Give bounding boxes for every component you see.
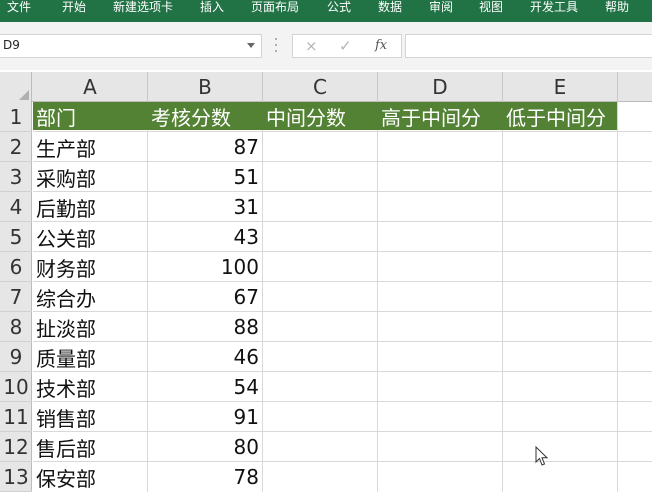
row-header-9[interactable]: 9 [0,342,32,372]
tab-file[interactable]: 文件 [7,0,31,22]
row-header-13[interactable]: 13 [0,462,32,492]
cell-score[interactable]: 31 [148,192,259,222]
row-header-5[interactable]: 5 [0,222,32,252]
cell-department[interactable]: 综合办 [36,282,96,312]
column-header-d[interactable]: D [378,72,503,102]
formula-buttons: × ✓ fx [292,34,402,58]
cell-score[interactable]: 78 [148,462,259,492]
select-all-button[interactable] [0,72,32,102]
cell-department[interactable]: 售后部 [36,432,96,462]
grid-line [33,221,652,222]
formula-bar-area: D9 × ✓ fx [0,22,652,70]
grid-line [33,431,652,432]
formula-bar-resize-handle[interactable] [275,38,278,52]
cell-department[interactable]: 生产部 [36,132,96,162]
mouse-pointer-icon [535,446,549,466]
cell-score[interactable]: 46 [148,342,259,372]
grid-line [33,191,652,192]
column-header-b[interactable]: B [148,72,263,102]
select-all-triangle-icon [19,90,29,100]
grid-line [33,251,652,252]
row-header-column: 1 2 3 4 5 6 7 8 9 10 11 12 13 [0,102,32,492]
cell-department[interactable]: 采购部 [36,162,96,192]
tab-review[interactable]: 审阅 [429,0,453,22]
header-cell-e1[interactable]: 低于中间分 [503,102,606,130]
grid-line [33,311,652,312]
cell-score[interactable]: 80 [148,432,259,462]
grid-line [33,131,652,132]
name-box[interactable]: D9 [0,34,262,58]
insert-function-icon[interactable]: fx [375,38,387,53]
cell-score[interactable]: 51 [148,162,259,192]
formula-input[interactable] [405,34,652,58]
cell-score[interactable]: 54 [148,372,259,402]
column-header-row: A B C D E [0,72,652,102]
tab-developer[interactable]: 开发工具 [530,0,578,22]
cell-department[interactable]: 财务部 [36,252,96,282]
check-icon[interactable]: ✓ [339,37,352,55]
cell-grid[interactable]: 部门 考核分数 中间分数 高于中间分 低于中间分 生产部 采购部 后勤部 公关部… [33,102,652,492]
tab-help[interactable]: 帮助 [605,0,629,22]
cell-score[interactable]: 88 [148,312,259,342]
cell-department[interactable]: 公关部 [36,222,96,252]
header-cell-b1[interactable]: 考核分数 [148,102,231,130]
tab-home[interactable]: 开始 [62,0,86,22]
row-header-12[interactable]: 12 [0,432,32,462]
name-box-value: D9 [3,38,20,52]
grid-line [33,341,652,342]
cell-department[interactable]: 后勤部 [36,192,96,222]
cell-department[interactable]: 质量部 [36,342,96,372]
cancel-icon[interactable]: × [305,37,318,55]
cell-department[interactable]: 扯淡部 [36,312,96,342]
grid-line [33,461,652,462]
row-header-8[interactable]: 8 [0,312,32,342]
cell-score[interactable]: 87 [148,132,259,162]
header-cell-c1[interactable]: 中间分数 [263,102,346,130]
cell-score[interactable]: 43 [148,222,259,252]
grid-line [33,281,652,282]
row-header-10[interactable]: 10 [0,372,32,402]
column-header-c[interactable]: C [263,72,378,102]
tab-insert[interactable]: 插入 [200,0,224,22]
cell-score[interactable]: 91 [148,402,259,432]
row-header-3[interactable]: 3 [0,162,32,192]
cell-department[interactable]: 保安部 [36,462,96,492]
row-header-1[interactable]: 1 [0,102,32,132]
cell-department[interactable]: 销售部 [36,402,96,432]
column-header-e[interactable]: E [503,72,618,102]
row-header-7[interactable]: 7 [0,282,32,312]
row-header-2[interactable]: 2 [0,132,32,162]
column-header-a[interactable]: A [33,72,148,102]
tab-new-tab[interactable]: 新建选项卡 [113,0,173,22]
tab-formulas[interactable]: 公式 [327,0,351,22]
tab-page-layout[interactable]: 页面布局 [251,0,299,22]
table-header-band: 部门 考核分数 中间分数 高于中间分 低于中间分 [33,102,617,130]
cell-score[interactable]: 100 [148,252,259,282]
ribbon-tab-bar: 文件 开始 新建选项卡 插入 页面布局 公式 数据 审阅 视图 开发工具 帮助 [0,0,652,22]
row-header-6[interactable]: 6 [0,252,32,282]
cell-score[interactable]: 67 [148,282,259,312]
grid-line [33,161,652,162]
cell-department[interactable]: 技术部 [36,372,96,402]
row-header-11[interactable]: 11 [0,402,32,432]
tab-view[interactable]: 视图 [479,0,503,22]
chevron-down-icon[interactable] [247,43,255,48]
tab-data[interactable]: 数据 [378,0,402,22]
row-header-4[interactable]: 4 [0,192,32,222]
grid-line [33,401,652,402]
header-cell-d1[interactable]: 高于中间分 [378,102,481,130]
header-cell-a1[interactable]: 部门 [33,102,76,130]
grid-line [33,371,652,372]
